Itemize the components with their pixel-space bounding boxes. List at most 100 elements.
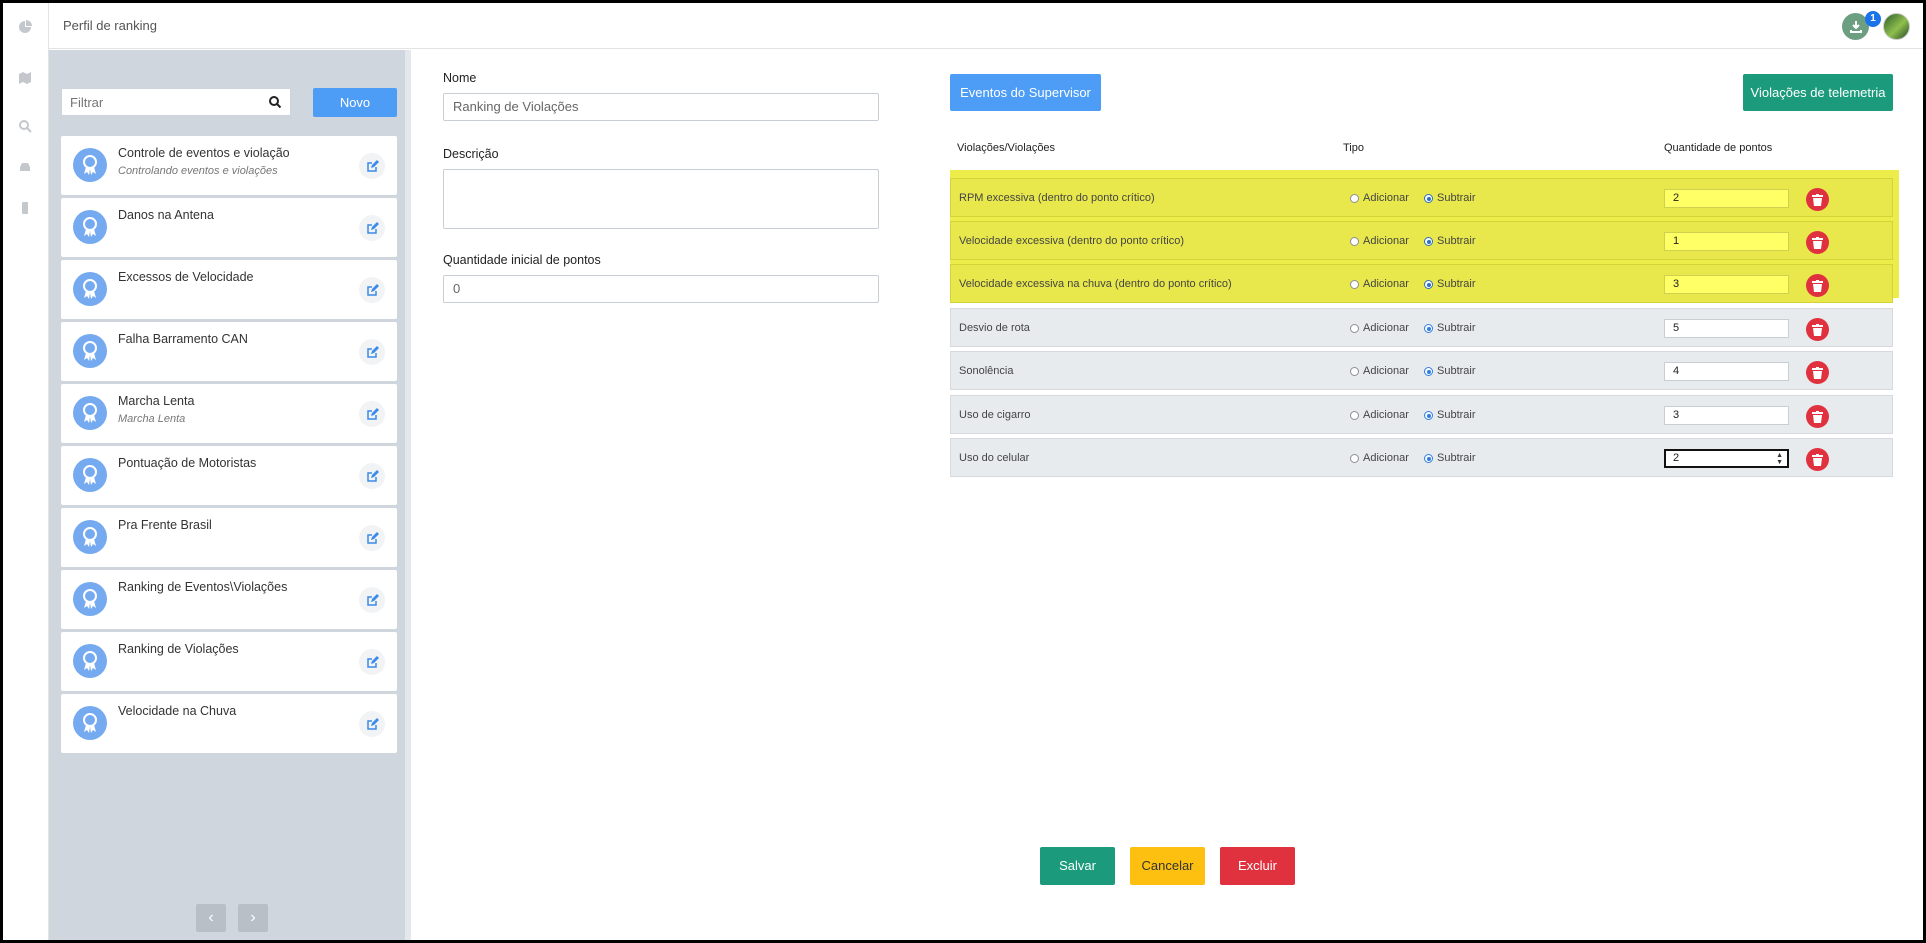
award-icon — [73, 272, 107, 306]
violation-name: Uso de cigarro — [959, 409, 1031, 421]
telemetry-violations-button[interactable]: Violações de telemetria — [1743, 74, 1893, 111]
cancel-button[interactable]: Cancelar — [1130, 847, 1205, 885]
points-input[interactable]: 4 — [1664, 362, 1789, 381]
search-icon[interactable] — [18, 119, 32, 133]
table-row: Uso de cigarro Adicionar Subtrair 3 — [950, 395, 1893, 434]
points-input[interactable]: 2 — [1664, 189, 1789, 208]
add-radio-label: Adicionar — [1363, 452, 1409, 464]
profile-list-panel: Novo Controle de eventos e violaçãoContr… — [49, 50, 411, 940]
map-icon[interactable] — [18, 71, 32, 85]
list-item[interactable]: Pra Frente Brasil — [61, 508, 397, 567]
filter-box — [61, 88, 291, 116]
table-row: RPM excessiva (dentro do ponto crítico) A… — [950, 178, 1893, 217]
spinner-icon[interactable]: ▲ ▼ — [1776, 452, 1783, 466]
subtract-radio-label: Subtrair — [1437, 452, 1476, 464]
subtract-radio-label: Subtrair — [1437, 365, 1476, 377]
add-radio[interactable] — [1350, 411, 1359, 420]
trash-icon — [1812, 236, 1823, 249]
subtract-radio[interactable] — [1424, 237, 1433, 246]
search-icon[interactable] — [268, 95, 282, 109]
delete-row-button[interactable] — [1806, 361, 1829, 384]
edit-button[interactable] — [359, 339, 385, 365]
mobile-icon[interactable] — [18, 201, 32, 215]
points-input[interactable]: 3 — [1664, 275, 1789, 294]
edit-button[interactable] — [359, 587, 385, 613]
prev-page-button[interactable]: ‹ — [196, 904, 226, 932]
subtract-radio[interactable] — [1424, 367, 1433, 376]
subtract-radio[interactable] — [1424, 454, 1433, 463]
initial-points-label: Quantidade inicial de pontos — [443, 253, 601, 267]
edit-button[interactable] — [359, 525, 385, 551]
initial-points-field[interactable]: 0 — [443, 275, 879, 303]
trash-icon — [1812, 323, 1823, 336]
list-item-title: Danos na Antena — [118, 208, 214, 222]
list-item-title: Ranking de Eventos\Violações — [118, 580, 288, 594]
list-item[interactable]: Velocidade na Chuva — [61, 694, 397, 753]
subtract-radio[interactable] — [1424, 324, 1433, 333]
save-button[interactable]: Salvar — [1040, 847, 1115, 885]
column-header-type: Tipo — [1343, 142, 1364, 154]
delete-row-button[interactable] — [1806, 318, 1829, 341]
trash-icon — [1812, 193, 1823, 206]
add-radio[interactable] — [1350, 324, 1359, 333]
new-profile-button[interactable]: Novo — [313, 88, 397, 117]
points-value: 2 — [1673, 192, 1680, 204]
list-item-title: Velocidade na Chuva — [118, 704, 237, 718]
violation-name: Uso do celular — [959, 452, 1030, 464]
subtract-radio-label: Subtrair — [1437, 322, 1476, 334]
list-item[interactable]: Ranking de Violações — [61, 632, 397, 691]
list-item[interactable]: Pontuação de Motoristas — [61, 446, 397, 505]
subtract-radio[interactable] — [1424, 280, 1433, 289]
trash-icon — [1812, 366, 1823, 379]
list-item[interactable]: Marcha Lenta Marcha Lenta — [61, 384, 397, 443]
add-radio[interactable] — [1350, 454, 1359, 463]
delete-row-button[interactable] — [1806, 188, 1829, 211]
points-input[interactable]: 1 — [1664, 232, 1789, 251]
subtract-radio[interactable] — [1424, 411, 1433, 420]
list-item[interactable]: Danos na Antena — [61, 198, 397, 257]
delete-row-button[interactable] — [1806, 448, 1829, 471]
description-field[interactable] — [443, 169, 879, 229]
supervisor-events-button[interactable]: Eventos do Supervisor — [950, 74, 1101, 111]
next-page-button[interactable]: › — [238, 904, 268, 932]
add-radio[interactable] — [1350, 194, 1359, 203]
name-field[interactable]: Ranking de Violações — [443, 93, 879, 121]
points-input[interactable]: 5 — [1664, 319, 1789, 338]
edit-button[interactable] — [359, 277, 385, 303]
award-icon — [73, 210, 107, 244]
edit-button[interactable] — [359, 649, 385, 675]
add-radio-label: Adicionar — [1363, 192, 1409, 204]
filter-input[interactable] — [62, 89, 262, 115]
award-icon — [73, 396, 107, 430]
edit-button[interactable] — [359, 463, 385, 489]
side-rail — [3, 3, 49, 940]
page-title: Perfil de ranking — [63, 18, 157, 33]
points-input[interactable]: 3 — [1664, 406, 1789, 425]
dashboard-icon[interactable] — [18, 20, 32, 34]
delete-button[interactable]: Excluir — [1220, 847, 1295, 885]
delete-row-button[interactable] — [1806, 274, 1829, 297]
add-radio[interactable] — [1350, 237, 1359, 246]
list-item[interactable]: Controle de eventos e violação Controland… — [61, 136, 397, 195]
add-radio[interactable] — [1350, 367, 1359, 376]
list-item[interactable]: Excessos de Velocidade — [61, 260, 397, 319]
add-radio[interactable] — [1350, 280, 1359, 289]
list-item[interactable]: Falha Barramento CAN — [61, 322, 397, 381]
edit-button[interactable] — [359, 711, 385, 737]
car-icon[interactable] — [18, 160, 32, 174]
list-item[interactable]: Ranking de Eventos\Violações — [61, 570, 397, 629]
list-item-subtitle: Marcha Lenta — [118, 413, 186, 425]
delete-row-button[interactable] — [1806, 231, 1829, 254]
download-count-badge: 1 — [1865, 11, 1881, 27]
points-input[interactable]: 2 ▲ ▼ — [1664, 449, 1789, 468]
delete-row-button[interactable] — [1806, 405, 1829, 428]
list-item-title: Ranking de Violações — [118, 642, 239, 656]
edit-button[interactable] — [359, 401, 385, 427]
column-header-name: Violações/Violações — [957, 142, 1056, 154]
avatar[interactable] — [1883, 13, 1910, 40]
edit-button[interactable] — [359, 215, 385, 241]
subtract-radio-label: Subtrair — [1437, 235, 1476, 247]
points-value: 3 — [1673, 278, 1680, 290]
edit-button[interactable] — [359, 153, 385, 179]
subtract-radio[interactable] — [1424, 194, 1433, 203]
